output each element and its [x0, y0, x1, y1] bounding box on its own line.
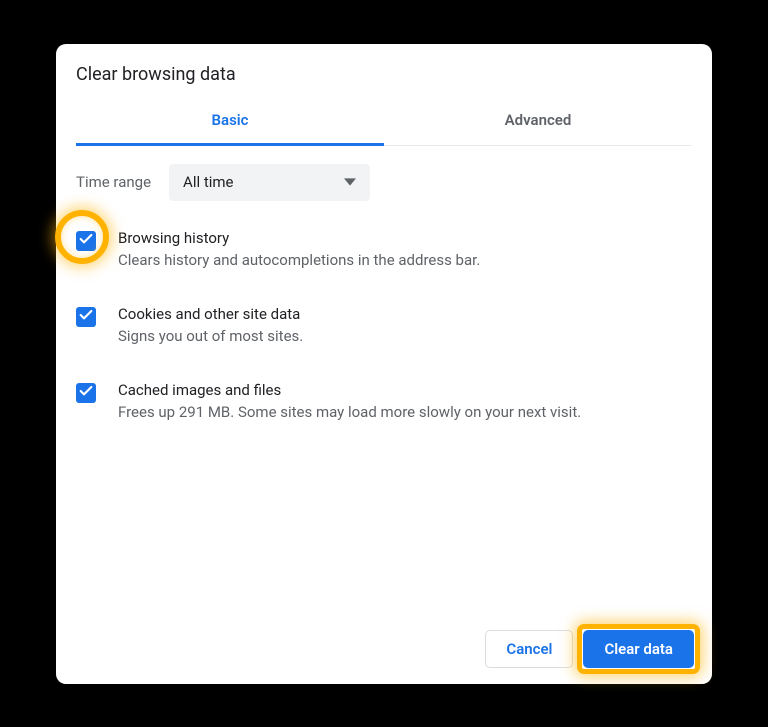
option-title: Browsing history	[118, 229, 480, 247]
option-browsing-history: Browsing history Clears history and auto…	[76, 229, 692, 271]
checkbox-cache[interactable]	[76, 383, 96, 403]
dialog-title: Clear browsing data	[76, 64, 692, 99]
clear-data-button[interactable]: Clear data	[583, 630, 694, 668]
option-desc: Signs you out of most sites.	[118, 326, 303, 347]
tab-advanced[interactable]: Advanced	[384, 99, 692, 145]
check-icon	[78, 383, 94, 403]
time-range-value: All time	[183, 173, 233, 191]
option-title: Cookies and other site data	[118, 305, 303, 323]
checkbox-browsing-history[interactable]	[76, 231, 96, 251]
tabs: Basic Advanced	[76, 99, 692, 146]
time-range-select[interactable]: All time	[169, 164, 369, 201]
tab-basic[interactable]: Basic	[76, 99, 384, 146]
option-cache: Cached images and files Frees up 291 MB.…	[76, 381, 692, 423]
option-title: Cached images and files	[118, 381, 581, 399]
clear-data-label: Clear data	[604, 640, 673, 658]
clear-browsing-data-dialog: Clear browsing data Basic Advanced Time …	[56, 44, 712, 684]
check-icon	[78, 307, 94, 327]
option-desc: Clears history and autocompletions in th…	[118, 250, 480, 271]
checkbox-cookies[interactable]	[76, 307, 96, 327]
dialog-footer: Cancel Clear data	[56, 616, 712, 684]
time-range-label: Time range	[76, 173, 151, 191]
option-desc: Frees up 291 MB. Some sites may load mor…	[118, 402, 581, 423]
cancel-button[interactable]: Cancel	[485, 630, 573, 668]
check-icon	[78, 231, 94, 251]
time-range-row: Time range All time	[76, 164, 692, 201]
chevron-down-icon	[344, 173, 356, 192]
option-cookies: Cookies and other site data Signs you ou…	[76, 305, 692, 347]
